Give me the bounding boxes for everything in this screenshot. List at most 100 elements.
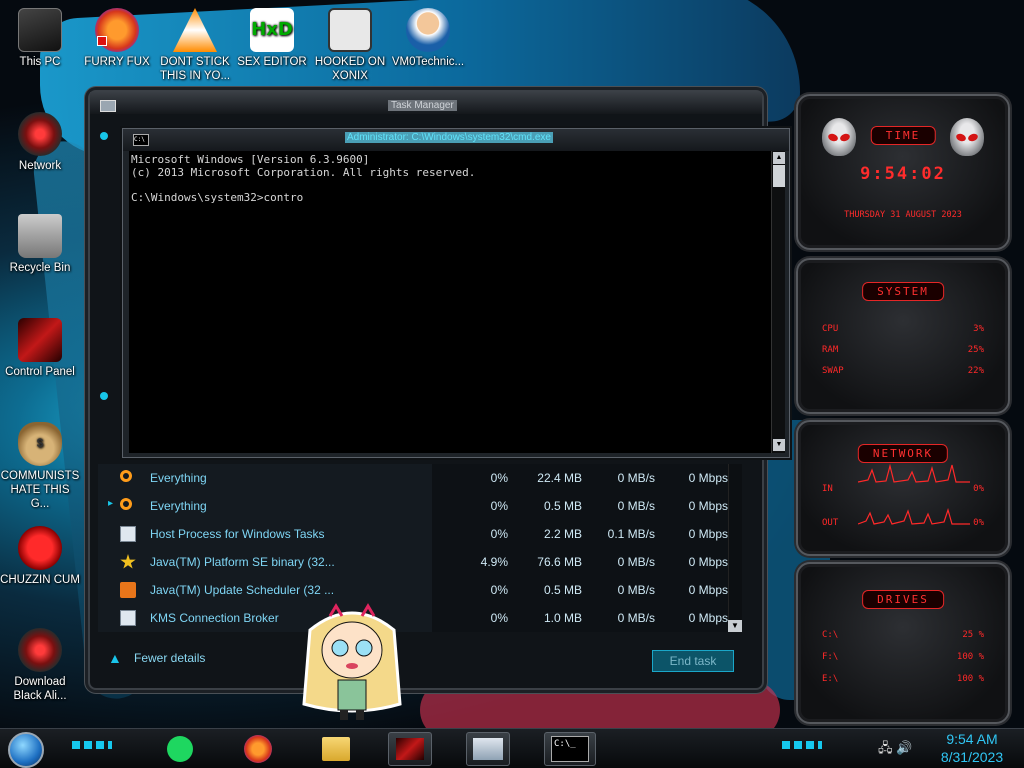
cmd-window[interactable]: C:\ Administrator: C:\Windows\system32\c… — [122, 128, 790, 458]
process-row[interactable]: ▸ Everything 0% 0.5 MB 0 MB/s 0 Mbps — [98, 492, 738, 520]
desktop-icon-label: DONT STICK THIS IN YO... — [159, 56, 231, 82]
process-row[interactable]: Host Process for Windows Tasks 0% 2.2 MB 0.… — [98, 520, 738, 548]
cmd-line — [131, 179, 775, 192]
process-disk: 0 MB/s — [617, 555, 655, 569]
drives-row: F:\ 100 % — [822, 652, 984, 662]
tray-network-icon[interactable]: 🖧 — [878, 740, 893, 755]
process-name: Java(TM) Platform SE binary (32... — [150, 555, 335, 569]
cmd-icon: C:\ — [133, 134, 149, 146]
cmd-console[interactable]: Microsoft Windows [Version 6.3.9600] (c) … — [129, 151, 777, 453]
firefox-icon — [244, 735, 272, 763]
taskbar-task-manager[interactable] — [466, 732, 510, 766]
system-row: SWAP 22% — [822, 366, 984, 376]
drives-row-label: C:\ — [822, 630, 839, 640]
taskbar-control-panel[interactable] — [388, 732, 432, 766]
desktop-icon-recycle-bin[interactable]: Recycle Bin — [0, 214, 80, 275]
process-row[interactable]: Java(TM) Update Scheduler (32 ... 0% 0.5 M… — [98, 576, 738, 604]
system-row-value: 3% — [973, 324, 984, 334]
taskbar-clock[interactable]: 9:54 AM 8/31/2023 — [928, 730, 1016, 766]
task-manager-titlebar[interactable]: Task Manager — [90, 92, 762, 114]
desktop-icon-communists[interactable]: $ COMMUNISTS HATE THIS G... — [0, 422, 80, 511]
task-manager-footer: ▲ Fewer details End task — [90, 640, 762, 676]
process-network: 0 Mbps — [688, 583, 728, 597]
process-network: 0 Mbps — [688, 611, 728, 625]
money-bag-icon: $ — [18, 422, 62, 466]
cmd-titlebar[interactable]: C:\ Administrator: C:\Windows\system32\c… — [123, 129, 789, 151]
desktop-icon-control-panel[interactable]: Control Panel — [0, 318, 80, 379]
scroll-down-arrow-icon[interactable]: ▼ — [728, 620, 742, 632]
process-list[interactable]: Everything 0% 22.4 MB 0 MB/s 0 Mbps ▸ Everythi… — [98, 464, 742, 632]
scroll-down-arrow-icon[interactable]: ▼ — [773, 439, 785, 451]
desktop-icon-label: VM0Technic... — [391, 56, 465, 68]
process-row[interactable]: Java(TM) Platform SE binary (32... 4.9% 76… — [98, 548, 738, 576]
control-panel-icon — [18, 318, 62, 362]
desktop-icon-hex-editor[interactable]: HxD SEX EDITOR — [232, 8, 312, 69]
process-memory: 2.2 MB — [543, 527, 582, 541]
desktop-icon-furry-fux[interactable]: FURRY FUX — [77, 8, 157, 69]
gadget-clock-time: 9:54:02 — [860, 164, 946, 184]
network-in-graph — [858, 463, 970, 483]
gadget-clock-date: THURSDAY 31 AUGUST 2023 — [844, 210, 962, 220]
process-row[interactable]: Everything 0% 22.4 MB 0 MB/s 0 Mbps — [98, 464, 738, 492]
process-row[interactable]: KMS Connection Broker 0% 1.0 MB 0 MB/s 0 Mbp… — [98, 604, 738, 632]
clock-gadget-title: TIME — [870, 126, 936, 145]
network-row-value: 0% — [973, 518, 984, 528]
deco-light-icon — [100, 132, 108, 140]
process-name: Everything — [150, 471, 207, 485]
computer-icon — [18, 8, 62, 52]
task-manager-icon — [473, 738, 503, 760]
window-icon — [120, 610, 136, 626]
process-network: 0 Mbps — [688, 499, 728, 513]
cmd-line: (c) 2013 Microsoft Corporation. All righ… — [131, 165, 476, 179]
drives-gadget-title: DRIVES — [862, 590, 944, 609]
network-icon — [18, 112, 62, 156]
expand-chevron-icon[interactable]: ▸ — [108, 498, 113, 509]
desktop-icon-vm0technic[interactable]: VM0Technic... — [388, 8, 468, 69]
end-task-button[interactable]: End task — [652, 650, 734, 672]
taskbar-spotify[interactable] — [158, 732, 202, 766]
scroll-up-arrow-icon[interactable]: ▲ — [773, 152, 785, 164]
doctor-icon — [406, 8, 450, 52]
cmd-scroll-thumb[interactable] — [773, 165, 785, 187]
drives-row-value: 100 % — [956, 674, 984, 684]
desktop-icon-label: HOOKED ON XONIX — [314, 56, 386, 82]
taskbar-firefox[interactable] — [236, 732, 280, 766]
desktop-icon-vlc[interactable]: DONT STICK THIS IN YO... — [155, 8, 235, 83]
process-network: 0 Mbps — [688, 471, 728, 485]
cmd-scrollbar[interactable]: ▲ ▼ — [771, 151, 785, 453]
desktop-icon-label: Recycle Bin — [9, 262, 71, 274]
chuzzle-icon — [18, 526, 62, 570]
process-name: Java(TM) Update Scheduler (32 ... — [150, 583, 335, 597]
process-memory: 0.5 MB — [543, 499, 582, 513]
process-name: Host Process for Windows Tasks — [150, 527, 325, 541]
process-cpu: 0% — [490, 583, 508, 597]
process-cpu: 0% — [490, 611, 508, 625]
desktop-icon-download-black-alien[interactable]: Download Black Ali... — [0, 628, 80, 703]
alien-download-icon — [18, 628, 62, 672]
system-row: CPU 3% — [822, 324, 984, 334]
process-disk: 0 MB/s — [617, 471, 655, 485]
alien-head-icon — [950, 118, 984, 156]
network-row-value: 0% — [973, 484, 984, 494]
desktop-icon-xonix[interactable]: HOOKED ON XONIX — [310, 8, 390, 83]
cartoon-character-sticker — [302, 603, 402, 720]
desktop-icon-network[interactable]: Network — [0, 112, 80, 173]
start-button[interactable] — [8, 732, 44, 768]
network-gadget-title: NETWORK — [857, 444, 949, 463]
system-tray: 🖧 🔊 — [878, 739, 912, 761]
drives-row-value: 25 % — [962, 630, 984, 640]
task-manager-title: Task Manager — [388, 100, 457, 111]
desktop-icon-chuzzin-cum[interactable]: CHUZZIN CUM — [0, 526, 80, 587]
drives-row: E:\ 100 % — [822, 674, 984, 684]
control-panel-icon — [396, 738, 424, 760]
taskbar-cmd[interactable]: C:\_ — [544, 732, 596, 766]
desktop-icon-label: COMMUNISTS HATE THIS G... — [0, 470, 80, 510]
process-list-scrollbar[interactable] — [728, 464, 742, 632]
tray-volume-icon[interactable]: 🔊 — [896, 740, 912, 755]
desktop-icon-this-pc[interactable]: This PC — [0, 8, 80, 69]
process-network: 0 Mbps — [688, 527, 728, 541]
process-cpu: 0% — [490, 471, 508, 485]
taskbar-file-explorer[interactable] — [314, 732, 358, 766]
recycle-bin-icon — [18, 214, 62, 258]
task-manager-icon — [100, 100, 116, 112]
